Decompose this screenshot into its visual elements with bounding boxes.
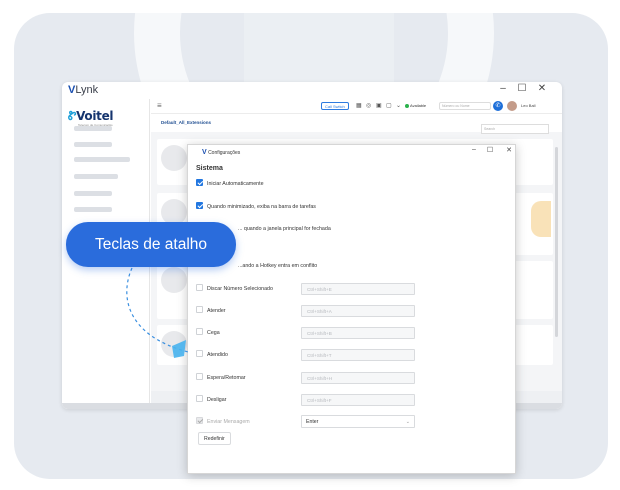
hotkey-send-message: Enviar Mensagem <box>196 417 250 427</box>
avatar <box>161 331 187 357</box>
settings-dialog: V Configurações – ☐ ✕ Sistema Iniciar Au… <box>187 144 516 474</box>
checkbox[interactable] <box>196 350 203 358</box>
avatar[interactable] <box>507 101 517 111</box>
sidebar-item[interactable] <box>74 126 112 131</box>
status-label: Available <box>410 103 427 108</box>
hotkey-hold-resume[interactable]: Espera/Retomar <box>196 373 246 383</box>
brand-mark-icon: Ꮡ <box>68 109 77 123</box>
hotkey-hang-up-input[interactable]: Ctrl+Shift+F <box>301 394 415 406</box>
dialog-title-text: Configurações <box>208 150 241 156</box>
option-label: Quando minimizado, exiba na barra de tar… <box>207 204 316 210</box>
top-toolbar: ≡ Call Switch ▦ ◎ ▣ ▢ ⌄ Available Número… <box>151 99 562 114</box>
hotkey-hold-resume-input[interactable]: Ctrl+Shift+H <box>301 372 415 384</box>
checkbox[interactable] <box>196 328 203 336</box>
hotkey-hang-up[interactable]: Desligar <box>196 395 226 405</box>
checkbox[interactable] <box>196 284 203 292</box>
dialog-title: V Configurações <box>202 149 240 156</box>
decorative-shape <box>531 201 551 237</box>
calendar-icon[interactable]: ▣ <box>376 102 382 109</box>
monitor-icon[interactable]: ▢ <box>386 102 392 109</box>
grid-icon[interactable]: ▦ <box>356 102 362 109</box>
hotkeys-callout-badge: Teclas de atalho <box>66 222 236 267</box>
sidebar-item[interactable] <box>74 142 112 147</box>
hotkey-blind-transfer[interactable]: Cega <box>196 328 220 338</box>
dialog-maximize-button[interactable]: ☐ <box>485 146 495 154</box>
maximize-button[interactable]: ☐ <box>516 83 528 94</box>
chevron-down-icon[interactable]: ⌄ <box>396 102 401 109</box>
option-taskbar[interactable]: Quando minimizado, exiba na barra de tar… <box>196 202 316 212</box>
send-message-select[interactable]: Enter ⌄ <box>301 415 415 428</box>
brand-name: Voitel <box>76 109 114 123</box>
hotkey-attended-transfer-input[interactable]: Ctrl+Shift+T <box>301 349 415 361</box>
scrollbar[interactable] <box>555 147 558 337</box>
avatar <box>161 267 187 293</box>
checkbox[interactable] <box>196 395 203 403</box>
option-label: Iniciar Automaticamente <box>207 181 264 187</box>
sidebar-item[interactable] <box>74 207 112 212</box>
dial-phone-button[interactable]: ✆ <box>493 101 503 111</box>
user-name[interactable]: Leo Ball <box>521 103 535 108</box>
settings-icon[interactable]: ◎ <box>366 102 371 109</box>
option-auto-start[interactable]: Iniciar Automaticamente <box>196 179 264 189</box>
call-switch-button[interactable]: Call Switch <box>321 102 349 110</box>
sidebar-item[interactable] <box>74 191 112 196</box>
checkbox[interactable] <box>196 202 203 210</box>
app-logo-icon: V <box>202 149 207 156</box>
app-name: Lynk <box>75 84 99 96</box>
option-close-behavior[interactable]: ... quando a janela principal for fechad… <box>238 224 331 234</box>
status-selector[interactable]: Available <box>405 103 426 108</box>
number-search-input[interactable]: Número ou Nome <box>439 102 491 110</box>
status-dot-icon <box>405 103 409 108</box>
hotkey-blind-transfer-input[interactable]: Ctrl+Shift+B <box>301 327 415 339</box>
reset-button[interactable]: Redefinir <box>198 432 231 445</box>
send-message-value: Enter <box>306 419 319 425</box>
extensions-search-input[interactable]: Search <box>481 124 549 134</box>
sidebar-footer <box>62 403 151 409</box>
extensions-group-title[interactable]: Default_All_Extensions <box>161 120 211 125</box>
chevron-down-icon: ⌄ <box>405 419 410 425</box>
option-hotkey-conflict[interactable]: ...ando a Hotkey entra em conflito <box>238 261 317 271</box>
option-label: ... quando a janela principal for fechad… <box>238 226 331 232</box>
avatar <box>161 145 187 171</box>
checkbox <box>196 417 203 425</box>
sidebar-item[interactable] <box>74 174 118 179</box>
minimize-button[interactable]: – <box>497 83 509 94</box>
checkbox[interactable] <box>196 306 203 314</box>
hotkey-attended-transfer[interactable]: Atendido <box>196 350 228 360</box>
hotkey-dial-selected-input[interactable]: Ctrl+Shift+E <box>301 283 415 295</box>
section-title: Sistema <box>196 165 223 172</box>
brand-logo: ᏑVoitel <box>68 109 114 124</box>
menu-icon[interactable]: ≡ <box>157 101 162 110</box>
dialog-close-button[interactable]: ✕ <box>504 146 514 154</box>
hotkey-answer-input[interactable]: Ctrl+Shift+A <box>301 305 415 317</box>
sidebar-item[interactable] <box>74 157 130 162</box>
dialog-minimize-button[interactable]: – <box>469 146 479 153</box>
option-label: ...ando a Hotkey entra em conflito <box>238 263 318 269</box>
hotkey-dial-selected[interactable]: Discar Número Selecionado <box>196 284 273 294</box>
checkbox[interactable] <box>196 373 203 381</box>
checkbox[interactable] <box>196 179 203 187</box>
close-button[interactable]: ✕ <box>536 83 548 94</box>
hotkey-answer[interactable]: Atender <box>196 306 226 316</box>
app-title: VLynk <box>68 84 98 96</box>
title-bar: VLynk – ☐ ✕ <box>62 82 562 99</box>
